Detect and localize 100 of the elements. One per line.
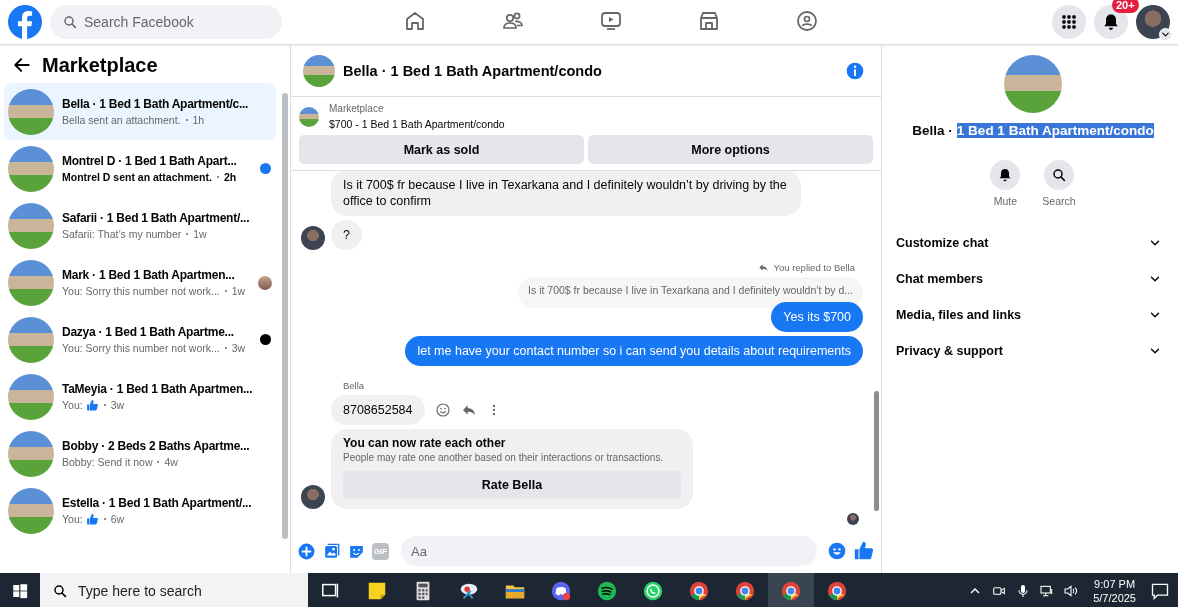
taskbar-app[interactable] — [768, 573, 814, 607]
listing-thumbnail — [8, 202, 54, 249]
listing-thumbnail — [8, 145, 54, 192]
message-time: 4w — [164, 456, 178, 468]
listing-thumbnail — [8, 430, 54, 477]
listing-thumbnail — [1004, 55, 1062, 113]
chat-name: 1 Bed 1 Bath Apartment/condo — [956, 123, 1154, 138]
chrome-icon — [780, 579, 802, 602]
page-title: Marketplace — [42, 53, 158, 77]
search-field[interactable]: Search Facebook — [50, 5, 282, 39]
conversation-title: Mark · 1 Bed 1 Bath Apartmen... — [62, 268, 236, 282]
chrome-icon — [734, 579, 756, 602]
section-toggle[interactable]: Customize chat — [896, 225, 1170, 261]
thumbs-up-icon[interactable] — [853, 540, 875, 562]
chevron-down-icon[interactable] — [1159, 28, 1172, 41]
conversation-title: Safarii · 1 Bed 1 Bath Apartment/... — [62, 211, 250, 225]
section-toggle[interactable]: Chat members — [896, 261, 1170, 297]
message-time: 1w — [193, 228, 207, 240]
card-text: People may rate one another based on their interactions or transactions. — [343, 452, 665, 463]
emoji-icon[interactable] — [434, 402, 451, 418]
section-toggle[interactable]: Privacy & support — [896, 333, 1170, 369]
rate-button[interactable]: Rate Bella — [343, 471, 681, 499]
conversation-item[interactable]: Bobby · 2 Beds 2 Baths Apartme... Bobby: Send it now 4w — [4, 425, 276, 482]
facebook-logo-icon[interactable] — [8, 5, 42, 39]
message-bubble: ? — [331, 220, 362, 250]
message-bubble: let me have your contact number so i can send you details about requirements — [405, 336, 863, 366]
listing-thumbnail — [8, 487, 54, 534]
message-preview: Bella sent an attachment. — [62, 114, 181, 126]
windows-logo-icon — [11, 581, 29, 600]
sender-avatar — [301, 226, 325, 250]
conversation-title: Dazya · 1 Bed 1 Bath Apartme... — [62, 325, 235, 339]
conversation-item[interactable]: Mark · 1 Bed 1 Bath Apartmen... You: Sorry this number not work... 1w — [4, 254, 276, 311]
chat-title: Bella · 1 Bed 1 Bath Apartment/condo — [343, 62, 603, 79]
seen-avatar — [258, 275, 272, 290]
menu-button[interactable] — [1052, 5, 1086, 39]
message-input[interactable]: Aa — [401, 536, 817, 566]
message-time: 3w — [231, 342, 246, 354]
back-arrow-icon[interactable] — [12, 55, 32, 75]
chrome-icon — [826, 579, 848, 602]
scrollbar-thumb[interactable] — [873, 391, 879, 511]
message-preview: Bobby: Send it now — [62, 456, 153, 468]
conversation-item[interactable]: Montrel D · 1 Bed 1 Bath Apart... Montrel D sent an attachment. 2h — [4, 140, 276, 197]
message-preview: You: — [62, 513, 83, 525]
clock-time[interactable]: 9:07 PM — [1094, 576, 1136, 591]
taskbar-search-field[interactable]: Type here to search — [40, 573, 308, 607]
listing-thumbnail — [303, 54, 335, 87]
conversation-item[interactable]: Safarii · 1 Bed 1 Bath Apartment/... Safarii: That’s my number 1w — [4, 197, 276, 254]
listing-thumbnail — [8, 316, 54, 363]
conversation-title: TaMeyia · 1 Bed 1 Bath Apartmen... — [62, 381, 250, 396]
conversation-item[interactable]: Estella · 1 Bed 1 Bath Apartment/... You: 6w — [4, 482, 276, 539]
listing-thumbnail — [8, 259, 54, 306]
conversation-title: Bella · 1 Bed 1 Bath Apartment/c... — [62, 97, 250, 111]
conversation-item[interactable]: Bella · 1 Bed 1 Bath Apartment/c... Bella sent an attachment. 1h — [4, 83, 276, 140]
groups-icon — [795, 8, 819, 33]
chat-name: Bella · — [912, 123, 953, 138]
message-preview: You: Sorry this number not work... — [62, 342, 220, 354]
conversation-title: Montrel D · 1 Bed 1 Bath Apart... — [62, 154, 238, 168]
message-time: 3w — [110, 399, 125, 411]
scrollbar-thumb[interactable] — [282, 93, 288, 539]
info-icon[interactable] — [845, 60, 865, 81]
message-bubble: 8708652584 — [331, 395, 425, 425]
grid-icon — [1059, 12, 1079, 32]
spotify-icon — [596, 579, 618, 602]
message-bubble: Is it 700$ fr because I live in Texarkana and I definitely wouldn’t by driving by the office to confirm — [331, 171, 801, 216]
search-icon — [1051, 167, 1067, 183]
listing-button[interactable]: More options — [588, 135, 873, 164]
listing-button[interactable]: Mark as sold — [299, 135, 584, 164]
conversation-title: Bobby · 2 Beds 2 Baths Apartme... — [62, 439, 250, 453]
sender-name: Bella — [342, 380, 366, 391]
message-time: 1h — [192, 114, 205, 126]
message-preview: Safarii: That’s my number — [62, 228, 182, 240]
message-bubble: Yes its $700 — [771, 302, 863, 332]
message-preview: Montrel D sent an attachment. — [62, 171, 212, 183]
reply-icon[interactable] — [460, 402, 477, 418]
listing-source: Marketplace — [329, 103, 385, 114]
volume-icon[interactable] — [1063, 582, 1080, 599]
listing-thumbnail — [8, 373, 54, 420]
discord-icon — [550, 579, 572, 602]
listing-thumbnail — [299, 106, 319, 127]
listing-summary: $700 - 1 Bed 1 Bath Apartment/condo — [329, 118, 505, 130]
reply-icon — [758, 262, 770, 273]
emoji-icon[interactable] — [827, 541, 847, 561]
message-time: 1w — [231, 285, 246, 297]
plus-icon[interactable] — [297, 541, 316, 561]
clock-date[interactable]: 5/7/2025 — [1093, 590, 1136, 605]
listing-thumbnail — [8, 88, 54, 135]
conversation-item[interactable]: Dazya · 1 Bed 1 Bath Apartme... You: Sorry this number not work... 3w — [4, 311, 276, 368]
card-title: You can now rate each other — [343, 436, 507, 450]
sender-avatar — [301, 485, 325, 509]
search-icon — [52, 583, 68, 599]
message-time: 6w — [110, 513, 125, 525]
section-toggle[interactable]: Media, files and links — [896, 297, 1170, 333]
whatsapp-icon — [642, 579, 664, 602]
profile-avatar[interactable] — [1136, 5, 1170, 39]
quoted-message: Is it 700$ fr because I live in Texarkana and I definitely wouldn’t by d... — [518, 277, 863, 308]
search-icon — [62, 14, 78, 30]
conversation-item[interactable]: TaMeyia · 1 Bed 1 Bath Apartmen... You: 3w — [4, 368, 276, 425]
chrome-icon — [688, 579, 710, 602]
image-icon[interactable] — [322, 541, 341, 561]
conversation-title: Estella · 1 Bed 1 Bath Apartment/... — [62, 495, 250, 510]
